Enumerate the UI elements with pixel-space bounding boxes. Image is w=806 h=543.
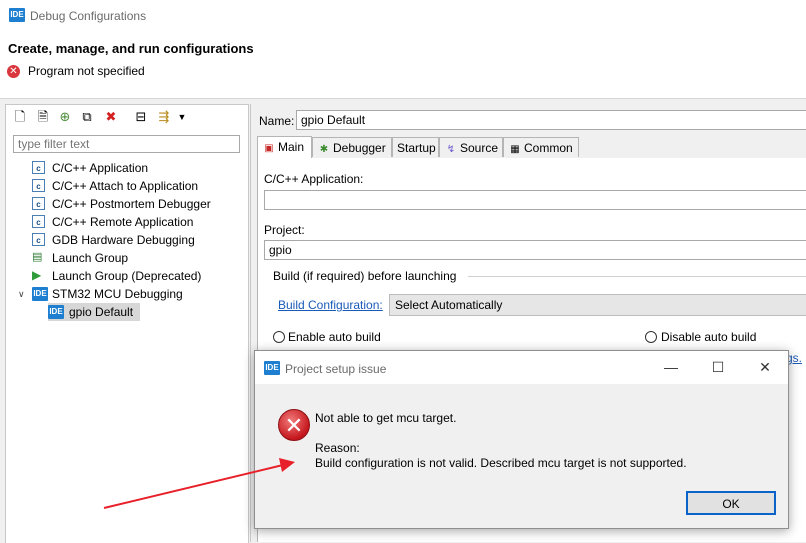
arrow-line <box>103 464 284 509</box>
arrow-head <box>279 458 295 472</box>
annotation-arrow <box>103 458 295 509</box>
